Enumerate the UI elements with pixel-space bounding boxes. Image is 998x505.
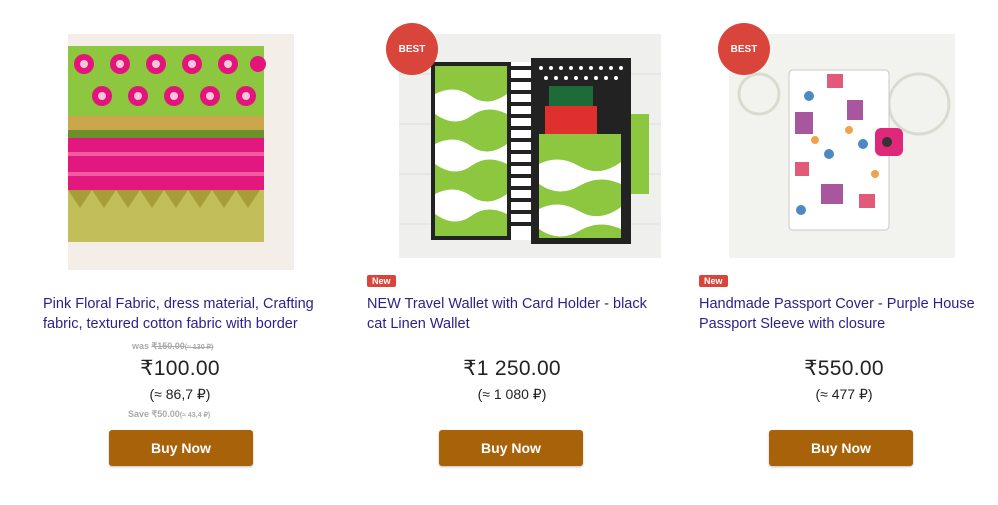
price-conversion: (≈ 86,7 ₽) — [149, 386, 211, 402]
save-amount: Save ₹50.00(≈ 43,4 ₽) — [128, 409, 210, 420]
was-label: was — [132, 341, 150, 351]
save-conversion: (≈ 43,4 ₽) — [179, 412, 211, 419]
best-badge: BEST — [386, 23, 438, 75]
save-label: Save — [128, 409, 150, 419]
wallet-photo-icon — [399, 34, 661, 258]
product-card: BEST New NEW Travel Wallet with Card Hol… — [362, 0, 662, 505]
new-badge: New — [699, 275, 728, 287]
new-badge: New — [367, 275, 396, 287]
product-title[interactable]: Handmade Passport Cover - Purple House P… — [699, 294, 989, 334]
product-price: ₹550.00 — [804, 357, 884, 380]
product-image[interactable] — [68, 34, 294, 270]
fabric-photo-icon — [68, 34, 294, 270]
price-conversion: (≈ 1 080 ₽) — [477, 386, 547, 402]
buy-now-button[interactable]: Buy Now — [439, 430, 583, 466]
price-conversion: (≈ 477 ₽) — [815, 386, 873, 402]
product-price: ₹100.00 — [140, 357, 220, 380]
product-image[interactable] — [399, 34, 661, 258]
was-amount: ₹150.00 — [151, 341, 185, 351]
product-card: BEST New Handmade Passport Cover - Purpl… — [694, 0, 994, 505]
buy-now-button[interactable]: Buy Now — [109, 430, 253, 466]
save-value: ₹50.00 — [151, 409, 180, 419]
product-card: Pink Floral Fabric, dress material, Craf… — [30, 0, 330, 505]
buy-now-button[interactable]: Buy Now — [769, 430, 913, 466]
was-conversion: (≈ 130 ₽) — [184, 344, 214, 351]
best-badge: BEST — [718, 23, 770, 75]
product-image[interactable] — [729, 34, 955, 258]
was-price: was ₹150.00(≈ 130 ₽) — [132, 341, 213, 352]
product-title[interactable]: NEW Travel Wallet with Card Holder - bla… — [367, 294, 657, 334]
passport-cover-photo-icon — [729, 34, 955, 258]
product-price: ₹1 250.00 — [463, 357, 561, 380]
product-title[interactable]: Pink Floral Fabric, dress material, Craf… — [43, 294, 333, 334]
